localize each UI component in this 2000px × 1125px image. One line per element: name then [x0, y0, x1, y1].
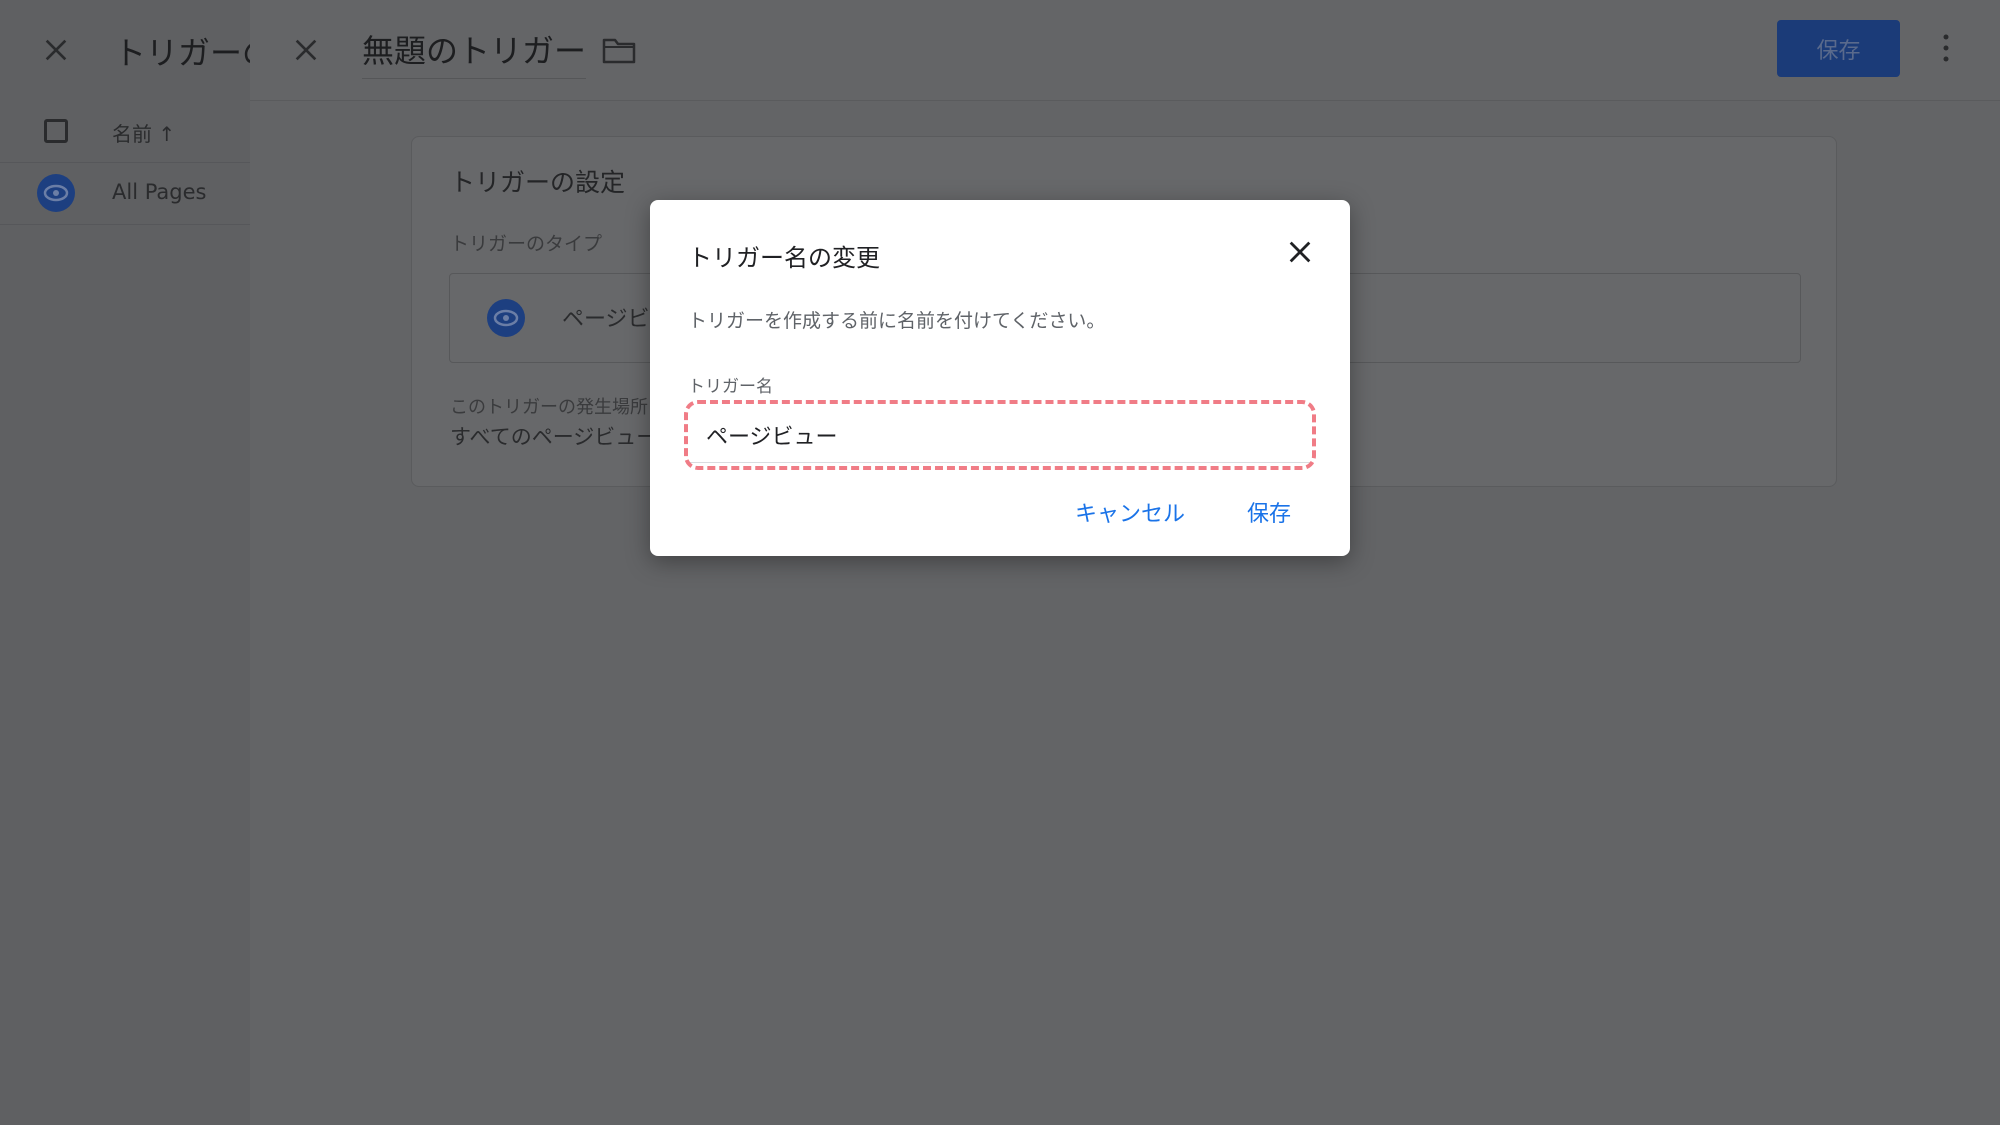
eye-icon — [37, 174, 75, 212]
fires-on-label: このトリガーの発生場所 — [450, 397, 648, 418]
trigger-name-label: トリガー名 — [688, 377, 773, 397]
trigger-list-panel: トリガーの 名前 ↑ All Pages — [0, 0, 250, 1125]
fires-on-value: すべてのページビュー — [450, 425, 658, 449]
dialog-description: トリガーを作成する前に名前を付けてください。 — [688, 310, 1106, 332]
eye-icon — [487, 299, 525, 337]
editor-header: 無題のトリガー 保存 — [250, 0, 2000, 101]
close-icon[interactable] — [290, 34, 322, 66]
more-vert-icon[interactable] — [1938, 32, 1954, 64]
select-all-checkbox[interactable] — [44, 119, 68, 143]
trigger-editor: 無題のトリガー 保存 トリガーの設定 トリガーのタイプ ページビ このトリガーの… — [250, 0, 2000, 1125]
divider — [0, 224, 250, 225]
panel-title: トリガーの — [114, 34, 250, 72]
card-title: トリガーの設定 — [450, 168, 626, 197]
close-icon[interactable] — [40, 34, 72, 66]
cancel-button[interactable]: キャンセル — [1067, 492, 1193, 532]
folder-icon[interactable] — [602, 36, 636, 64]
trigger-name-input[interactable] — [706, 416, 1286, 454]
name-column-header[interactable]: 名前 ↑ — [112, 118, 175, 147]
dialog-title: トリガー名の変更 — [688, 244, 880, 272]
save-button[interactable]: 保存 — [1239, 492, 1299, 532]
trigger-type-name: ページビ — [562, 307, 650, 332]
rename-trigger-dialog: トリガー名の変更 トリガーを作成する前に名前を付けてください。 トリガー名 キャ… — [650, 200, 1350, 556]
list-item[interactable]: All Pages — [112, 180, 207, 204]
save-button[interactable]: 保存 — [1777, 20, 1900, 77]
trigger-type-label: トリガーのタイプ — [450, 233, 603, 255]
divider — [0, 162, 250, 163]
trigger-title[interactable]: 無題のトリガー — [362, 26, 587, 79]
close-icon[interactable] — [1286, 238, 1314, 266]
